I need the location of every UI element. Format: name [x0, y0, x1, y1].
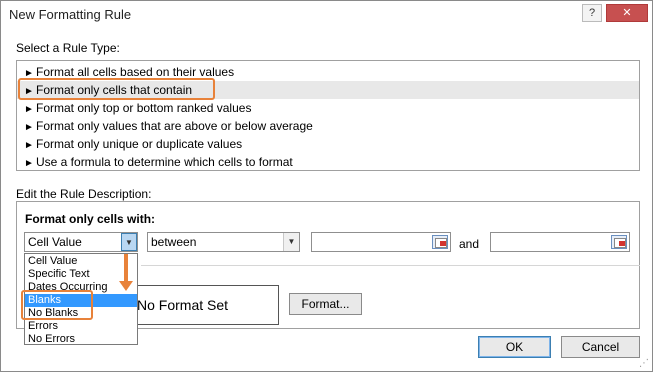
- resize-grip-icon[interactable]: ⋰: [639, 358, 649, 369]
- dropdown-option-selected[interactable]: Blanks: [25, 294, 137, 307]
- rule-type-item[interactable]: ► Format only unique or duplicate values: [17, 135, 639, 153]
- chevron-down-icon[interactable]: ▼: [121, 233, 137, 251]
- rule-type-item-label: Format only unique or duplicate values: [36, 137, 243, 151]
- format-button[interactable]: Format...: [289, 293, 362, 315]
- rule-type-item-label: Format only top or bottom ranked values: [36, 101, 252, 115]
- cancel-button[interactable]: Cancel: [561, 336, 640, 358]
- preview-text: No Format Set: [137, 297, 229, 313]
- dropdown-option[interactable]: No Errors: [25, 333, 137, 346]
- rule-type-item[interactable]: ► Use a formula to determine which cells …: [17, 153, 639, 171]
- rule-type-item[interactable]: ► Format only values that are above or be…: [17, 117, 639, 135]
- arrow-right-icon: ►: [24, 158, 34, 169]
- dropdown-option[interactable]: Cell Value: [25, 255, 137, 268]
- operator-combo[interactable]: between ▼: [147, 232, 300, 252]
- rule-type-item[interactable]: ► Format only top or bottom ranked values: [17, 99, 639, 117]
- condition-combo[interactable]: Cell Value ▼: [24, 232, 138, 252]
- dialog-title: New Formatting Rule: [9, 7, 132, 22]
- rule-type-item-label: Format only values that are above or bel…: [36, 119, 313, 133]
- annotation-arrow: [124, 254, 128, 284]
- rule-type-item-selected[interactable]: ► Format only cells that contain: [17, 81, 639, 99]
- range-picker-icon[interactable]: [432, 235, 448, 249]
- chevron-down-icon[interactable]: ▼: [283, 233, 299, 251]
- and-label: and: [459, 237, 480, 251]
- ok-button[interactable]: OK: [478, 336, 551, 358]
- condition-dropdown-list[interactable]: Cell Value Specific Text Dates Occurring…: [24, 253, 138, 345]
- dropdown-option[interactable]: Specific Text: [25, 268, 137, 281]
- rule-type-item-label: Format all cells based on their values: [36, 65, 235, 79]
- format-preview: No Format Set: [132, 285, 279, 325]
- new-formatting-rule-dialog: New Formatting Rule ? ✕ Select a Rule Ty…: [0, 0, 653, 372]
- range-picker-icon[interactable]: [611, 235, 627, 249]
- format-only-cells-with-label: Format only cells with:: [25, 212, 156, 226]
- title-bar: New Formatting Rule ? ✕: [1, 1, 652, 29]
- divider: [141, 265, 640, 266]
- rule-type-list[interactable]: ► Format all cells based on their values …: [16, 60, 640, 171]
- rule-description-label: Edit the Rule Description:: [16, 187, 152, 201]
- rule-type-item-label: Format only cells that contain: [36, 83, 193, 97]
- close-button[interactable]: ✕: [606, 4, 648, 22]
- help-button[interactable]: ?: [582, 4, 602, 22]
- dropdown-option[interactable]: Errors: [25, 320, 137, 333]
- condition-combo-value: Cell Value: [28, 235, 82, 249]
- operator-combo-value: between: [151, 235, 197, 249]
- rule-type-item[interactable]: ► Format all cells based on their values: [17, 63, 639, 81]
- rule-type-item-label: Use a formula to determine which cells t…: [36, 155, 293, 169]
- value1-field[interactable]: [311, 232, 451, 252]
- rule-type-label: Select a Rule Type:: [16, 41, 120, 55]
- dropdown-option[interactable]: No Blanks: [25, 307, 137, 320]
- value2-field[interactable]: [490, 232, 630, 252]
- annotation-arrow-head: [119, 281, 133, 291]
